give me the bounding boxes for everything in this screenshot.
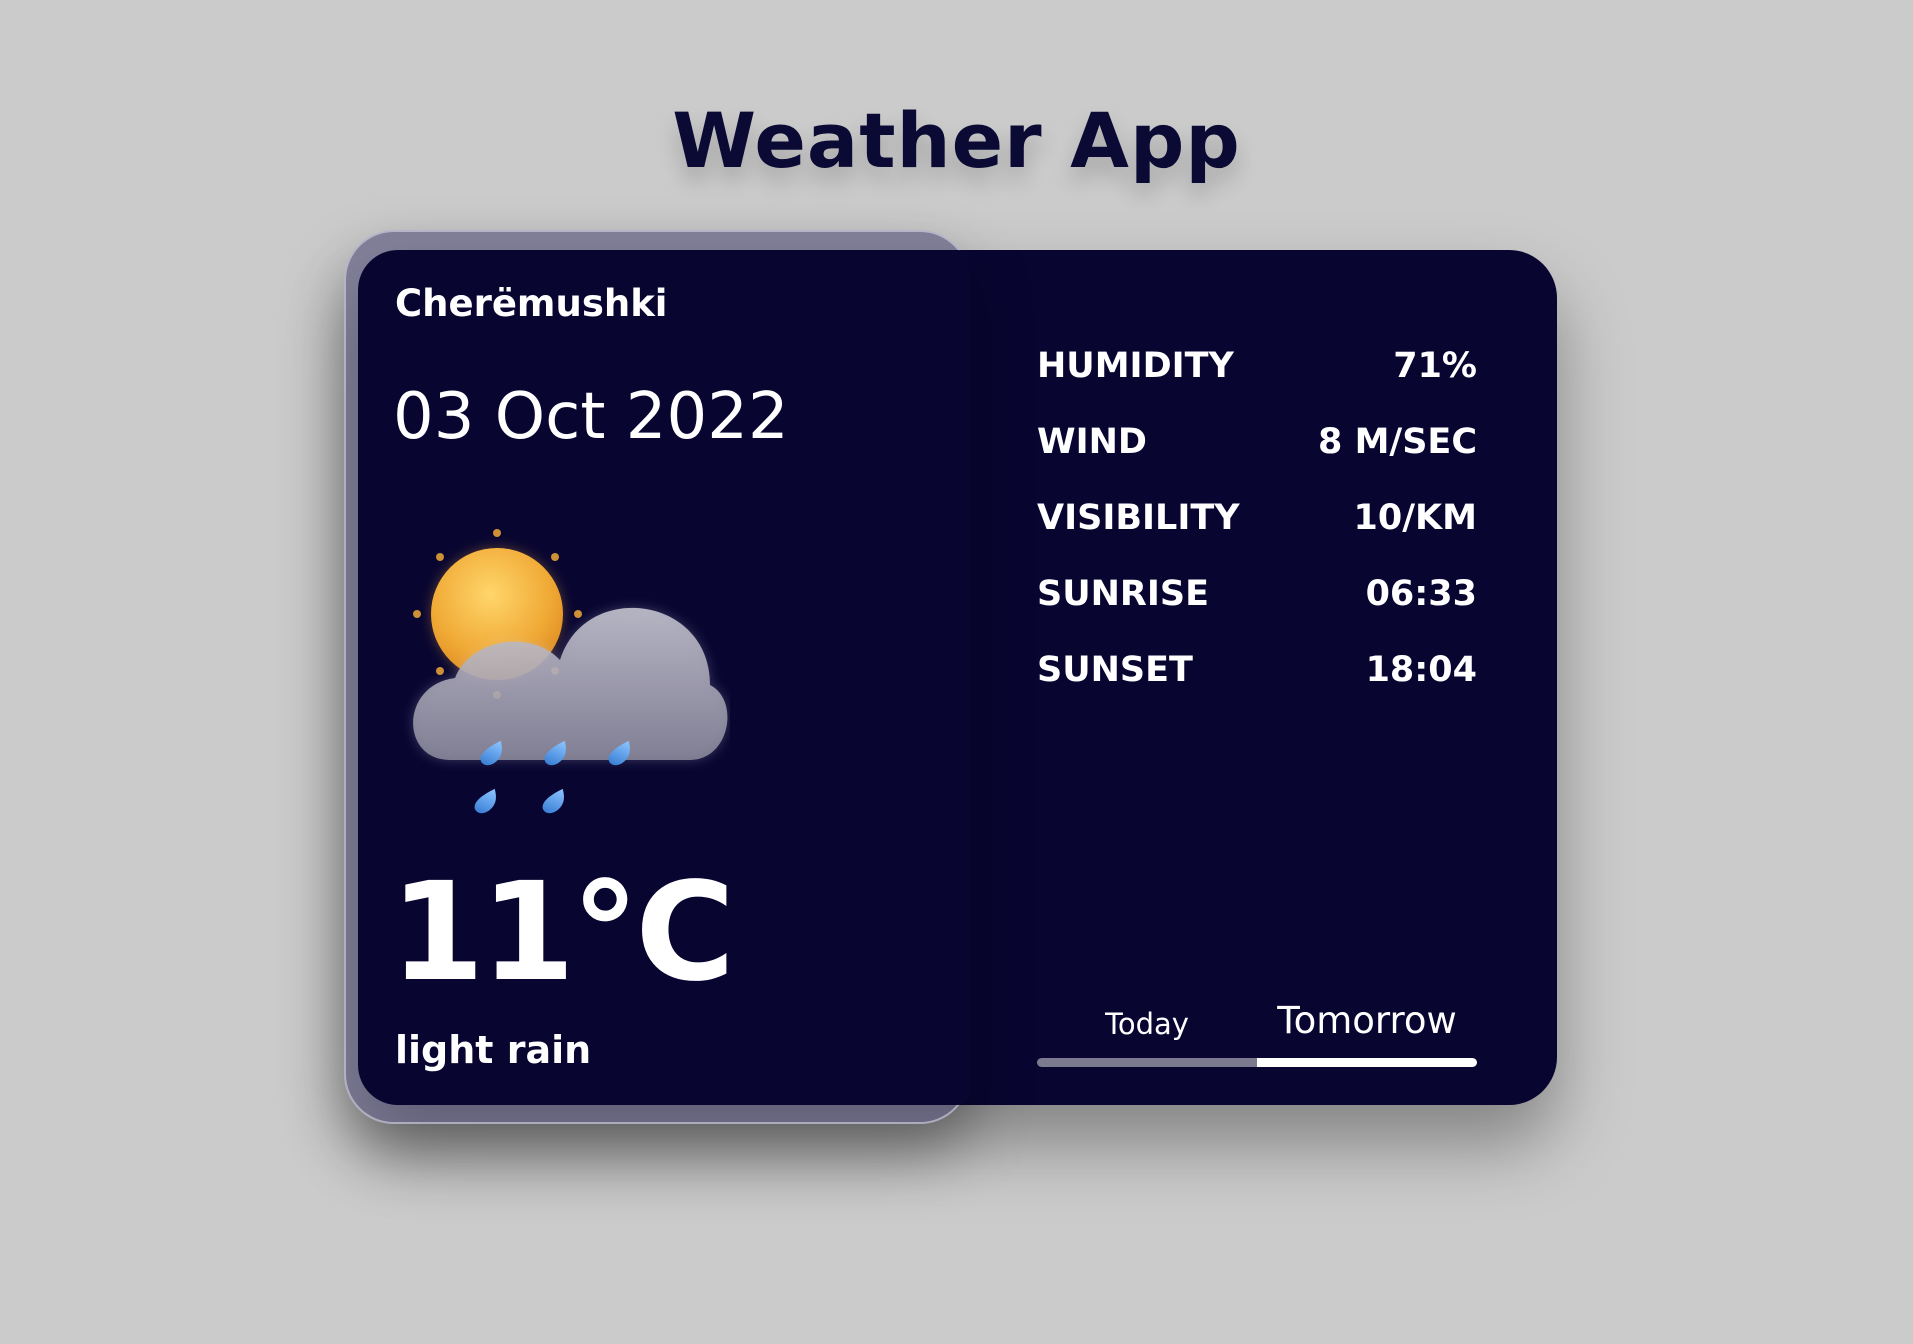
detail-label: SUNRISE [1037, 574, 1210, 614]
tab-indicator-inactive [1037, 1058, 1257, 1067]
tab-tomorrow[interactable]: Tomorrow [1257, 995, 1477, 1067]
detail-label: SUNSET [1037, 650, 1193, 690]
day-tabs: Today Tomorrow [1037, 995, 1477, 1067]
detail-value: 10/KM [1353, 498, 1477, 538]
tab-today[interactable]: Today [1037, 995, 1257, 1067]
temperature: 11°C [390, 854, 735, 1012]
sun-cloud-rain-icon [413, 529, 728, 814]
detail-value: 71% [1393, 346, 1477, 386]
location-name: Cherëmushki [395, 282, 668, 325]
detail-value: 18:04 [1365, 650, 1477, 690]
detail-value: 8 M/SEC [1318, 422, 1477, 462]
weather-details: HUMIDITY 71% WIND 8 M/SEC VISIBILITY 10/… [1037, 328, 1477, 708]
tab-label: Tomorrow [1277, 999, 1457, 1042]
weather-description: light rain [395, 1028, 592, 1072]
detail-label: WIND [1037, 422, 1147, 462]
tab-indicator-active [1257, 1058, 1477, 1067]
detail-row-humidity: HUMIDITY 71% [1037, 328, 1477, 404]
detail-row-visibility: VISIBILITY 10/KM [1037, 480, 1477, 556]
detail-row-wind: WIND 8 M/SEC [1037, 404, 1477, 480]
tab-label: Today [1105, 1007, 1189, 1041]
detail-label: HUMIDITY [1037, 346, 1234, 386]
detail-row-sunset: SUNSET 18:04 [1037, 632, 1477, 708]
page: Weather App Cherëmushki 03 Oct 2022 11°C… [0, 0, 1913, 1344]
detail-value: 06:33 [1365, 574, 1477, 614]
app-title: Weather App [672, 96, 1241, 185]
current-date: 03 Oct 2022 [393, 380, 789, 454]
detail-label: VISIBILITY [1037, 498, 1240, 538]
detail-row-sunrise: SUNRISE 06:33 [1037, 556, 1477, 632]
